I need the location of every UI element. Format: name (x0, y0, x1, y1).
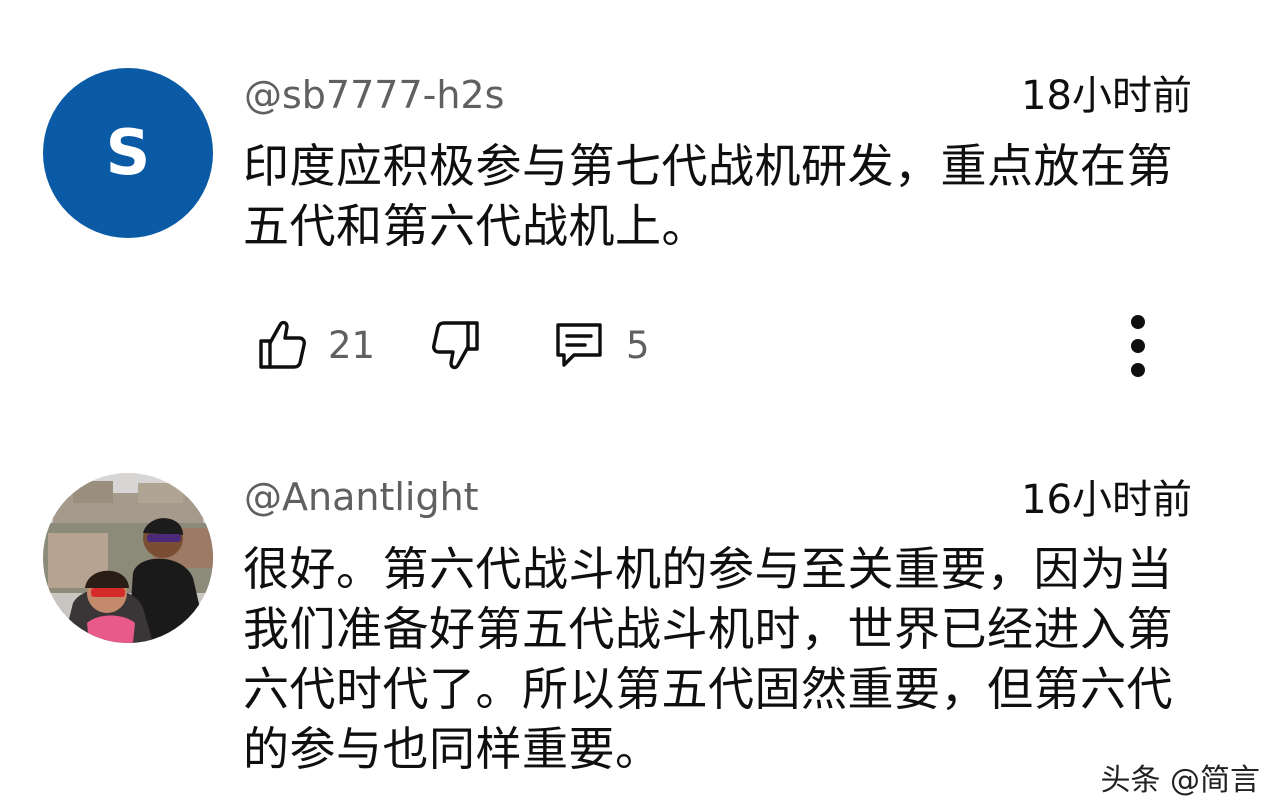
comment-text: 很好。第六代战斗机的参与至关重要，因为当我们准备好第五代战斗机时，世界已经进入第… (243, 542, 1173, 776)
comment-username[interactable]: @Anantlight (244, 478, 479, 516)
comment-timestamp: 16小时前 (1021, 477, 1192, 523)
avatar[interactable] (43, 473, 213, 643)
comment-item: @Anantlight 16小时前 很好。第六代战斗机的参与至关重要，因为当我们… (0, 0, 1280, 812)
avatar-photo (43, 473, 213, 643)
watermark: 头条 @简言 (1100, 763, 1260, 798)
comments-page: S @sb7777-h2s 18小时前 印度应积极参与第七代战机研发，重点放在第… (0, 0, 1280, 812)
